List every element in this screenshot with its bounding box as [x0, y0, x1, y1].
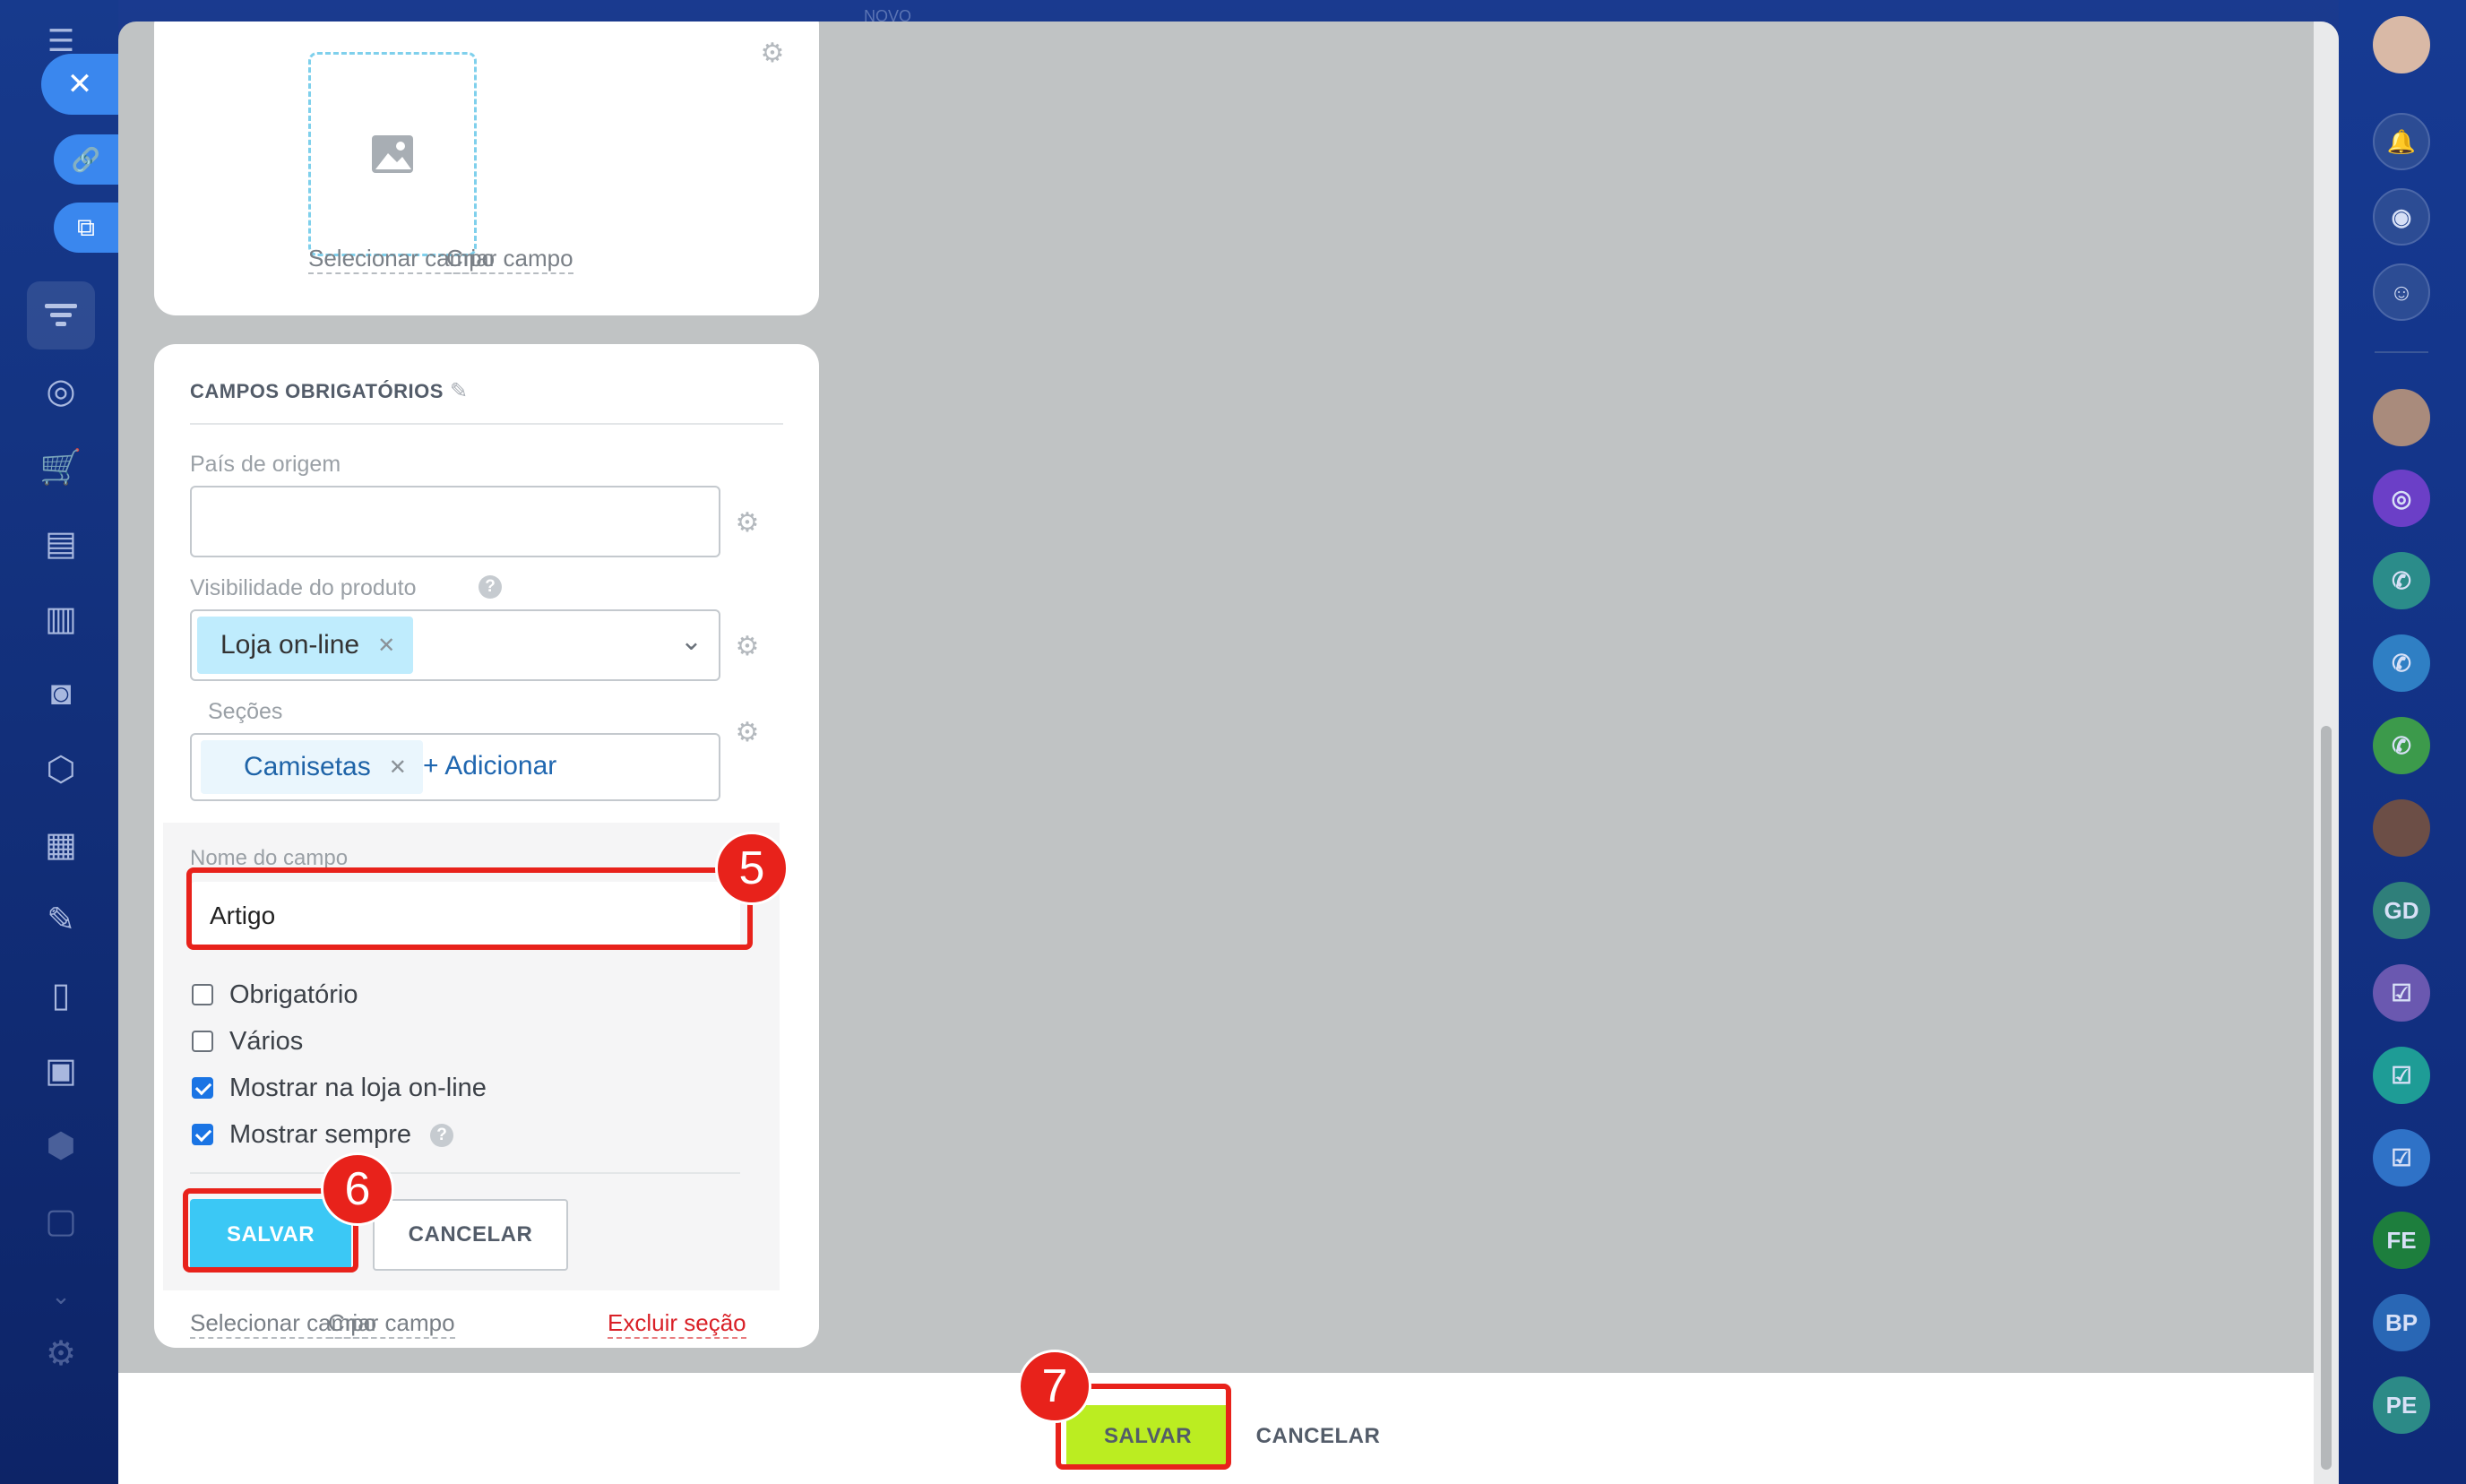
checkbox-multiple[interactable] — [192, 1031, 213, 1052]
calendar-icon[interactable]: ▣ — [36, 1045, 86, 1095]
chevron-down-icon[interactable]: ⌄ — [680, 626, 703, 657]
create-field-link[interactable]: Criar campo — [328, 1308, 455, 1339]
panel-scrollbar[interactable] — [2314, 22, 2339, 1484]
section-divider — [190, 423, 783, 425]
field-cancel-button[interactable]: CANCELAR — [373, 1199, 568, 1271]
delete-section-link[interactable]: Excluir seção — [608, 1308, 746, 1339]
visibility-tag: Loja on-line ✕ — [197, 617, 414, 674]
pen-icon[interactable]: ✎ — [36, 894, 86, 945]
task-icon[interactable]: ☑ — [2373, 1129, 2430, 1186]
close-icon: ✕ — [66, 67, 93, 101]
phone-icon[interactable]: ✆ — [2373, 552, 2430, 609]
gear-icon[interactable]: ⚙ — [735, 634, 760, 660]
warehouse-icon[interactable]: ▦ — [36, 819, 86, 869]
link-icon: 🔗 — [71, 145, 101, 173]
section-title: CAMPOS OBRIGATÓRIOS — [190, 380, 444, 402]
right-divider — [2375, 351, 2428, 353]
avatar-fe[interactable]: FE — [2373, 1212, 2430, 1269]
checkbox-show-store-label: Mostrar na loja on-line — [229, 1074, 487, 1102]
avatar-initials: PE — [2385, 1391, 2418, 1419]
image-icon — [372, 135, 413, 173]
cart-icon[interactable]: 🛒 — [36, 443, 86, 493]
avatar-initials: BP — [2384, 1308, 2419, 1336]
gear-icon[interactable]: ⚙ — [735, 720, 760, 746]
annotation-badge-6: 6 — [321, 1152, 394, 1226]
checkbox-show-store[interactable] — [192, 1077, 213, 1099]
bar-chart-icon[interactable]: ▥ — [36, 593, 86, 643]
add-section-link[interactable]: + Adicionar — [423, 751, 556, 781]
task-icon[interactable]: ☑ — [2373, 1047, 2430, 1104]
open-new-window-button[interactable]: ⧉ — [54, 203, 118, 253]
gear-icon[interactable]: ⚙ — [735, 510, 760, 537]
avatar-gd[interactable]: GD — [2373, 882, 2430, 939]
avatar-bp[interactable]: BP — [2373, 1294, 2430, 1351]
sections-tag: Camisetas ✕ — [201, 740, 423, 794]
user-avatar[interactable] — [2373, 16, 2430, 73]
help-icon[interactable]: ? — [430, 1124, 453, 1147]
help-icon[interactable]: ? — [479, 575, 502, 599]
product-editor-slider: ⚙ Selecionar campo Criar campo CAMPOS OB… — [118, 22, 2339, 1484]
funnel-icon — [45, 304, 77, 326]
annotation-frame-5 — [186, 867, 753, 950]
hexagon-icon[interactable]: ⬢ — [36, 1120, 86, 1170]
visibility-tag-label: Loja on-line — [220, 630, 360, 660]
avatar-initials: FE — [2386, 1226, 2417, 1254]
settings-icon[interactable]: ⚙ — [36, 1328, 86, 1378]
checkbox-show-always[interactable] — [192, 1124, 213, 1145]
visibility-select[interactable]: Loja on-line ✕ ⌄ — [190, 609, 720, 681]
contact-avatar[interactable] — [2373, 799, 2430, 857]
phone-icon[interactable]: ✆ — [2373, 717, 2430, 774]
pencil-icon[interactable]: ✎ — [450, 378, 468, 404]
openline-icon[interactable]: ◎ — [2373, 470, 2430, 527]
edit-divider — [190, 1172, 740, 1174]
country-input[interactable] — [190, 486, 720, 557]
remove-tag-icon[interactable]: ✕ — [377, 633, 395, 659]
checkbox-required[interactable] — [192, 984, 213, 1005]
sidebar-item-crm[interactable] — [27, 281, 95, 349]
target-icon[interactable]: ◎ — [36, 366, 86, 416]
remove-tag-icon[interactable]: ✕ — [389, 755, 407, 781]
external-link-icon: ⧉ — [77, 212, 95, 241]
checkbox-multiple-label: Vários — [229, 1027, 304, 1056]
robot-icon[interactable]: ◙ — [36, 669, 86, 719]
chevron-down-icon[interactable]: ⌄ — [36, 1271, 86, 1321]
image-field-card: ⚙ Selecionar campo Criar campo — [154, 22, 819, 315]
phone-icon[interactable]: ✆ — [2373, 634, 2430, 692]
annotation-badge-7: 7 — [1018, 1350, 1091, 1423]
visibility-label: Visibilidade do produto — [190, 575, 417, 600]
sections-label: Seções — [208, 699, 283, 724]
avatar-pe[interactable]: PE — [2373, 1376, 2430, 1434]
checkbox-show-always-label: Mostrar sempre — [229, 1120, 412, 1149]
image-upload-area[interactable] — [308, 52, 477, 256]
create-field-link[interactable]: Criar campo — [446, 244, 573, 274]
document-edit-icon[interactable]: ▯ — [36, 970, 86, 1020]
sections-input[interactable]: Camisetas ✕ + Adicionar — [190, 733, 720, 801]
footer-cancel-button[interactable]: CANCELAR — [1242, 1405, 1394, 1468]
sections-tag-label: Camisetas — [244, 752, 371, 781]
avatar-initials: GD — [2384, 896, 2419, 924]
copilot-icon[interactable]: ◉ — [2373, 188, 2430, 246]
device-icon[interactable]: ▢ — [36, 1195, 86, 1246]
close-slider-button[interactable]: ✕ — [41, 54, 118, 115]
annotation-badge-5: 5 — [715, 832, 789, 905]
contact-card-icon[interactable]: ▤ — [36, 518, 86, 568]
checkbox-required-label: Obrigatório — [229, 980, 358, 1009]
chat-icon[interactable]: ☺ — [2373, 263, 2430, 321]
task-icon[interactable]: ☑ — [2373, 964, 2430, 1022]
scrollbar-thumb[interactable] — [2321, 726, 2332, 1470]
contact-avatar[interactable] — [2373, 389, 2430, 446]
box-icon[interactable]: ⬡ — [36, 744, 86, 794]
bell-icon[interactable]: 🔔 — [2373, 113, 2430, 170]
copy-link-button[interactable]: 🔗 — [54, 134, 118, 185]
gear-icon[interactable]: ⚙ — [760, 40, 785, 67]
country-label: País de origem — [190, 452, 341, 477]
